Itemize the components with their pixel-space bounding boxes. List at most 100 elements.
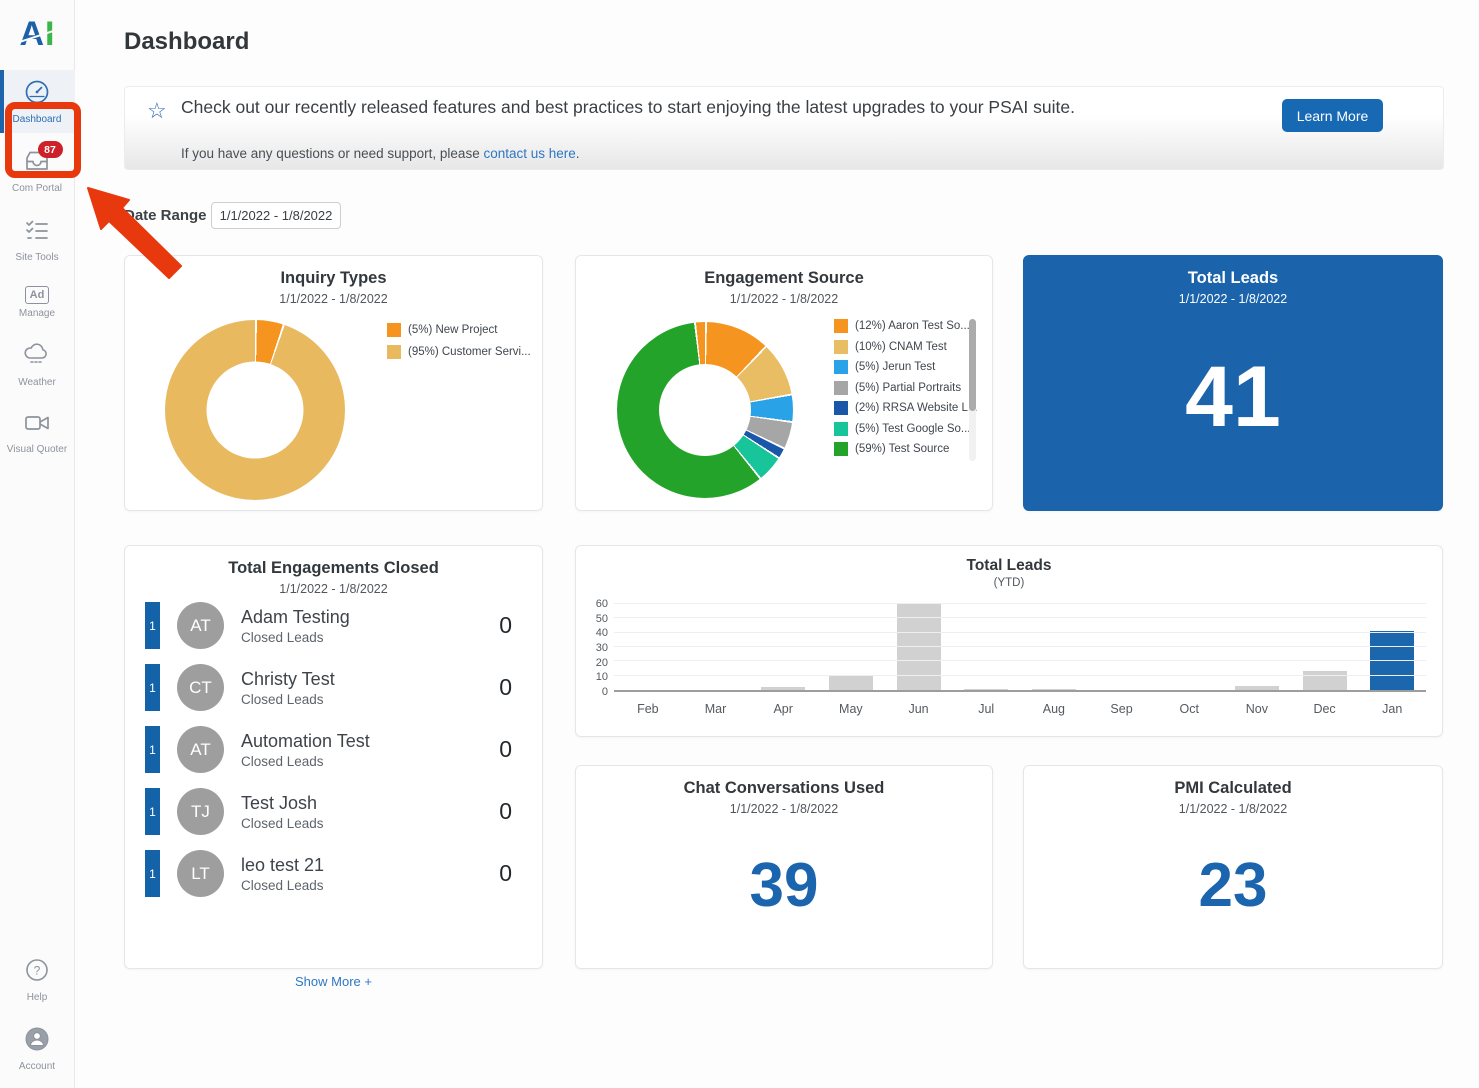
chat-conversations-card: Chat Conversations Used 1/1/2022 - 1/8/2…	[575, 765, 993, 969]
x-tick-label: Nov	[1223, 702, 1291, 716]
bar-jul	[964, 689, 1008, 690]
y-tick-label: 60	[596, 598, 608, 610]
bar-chart-x-axis: FebMarAprMayJunJulAugSepOctNovDecJan	[614, 702, 1426, 716]
legend-swatch	[834, 401, 848, 415]
person-sub: Closed Leads	[241, 754, 370, 769]
legend-scrollbar-thumb[interactable]	[969, 319, 976, 411]
legend-item: (10%) CNAM Test	[834, 340, 978, 354]
x-tick-label: Jul	[952, 702, 1020, 716]
closed-leads-value: 0	[499, 612, 512, 639]
sidebar-item-help[interactable]: ? Help	[0, 948, 75, 1011]
person-name: Test Josh	[241, 793, 324, 814]
video-camera-icon	[22, 411, 52, 440]
x-tick-label: Aug	[1020, 702, 1088, 716]
sidebar-item-manage[interactable]: Ad Manage	[0, 277, 75, 327]
contact-us-link[interactable]: contact us here	[483, 146, 575, 161]
total-leads-ytd-card: Total Leads (YTD) 0102030405060 FebMarAp…	[575, 545, 1443, 737]
avatar: CT	[177, 664, 224, 711]
support-prefix: If you have any questions or need suppor…	[181, 146, 483, 161]
pmi-calculated-value: 23	[1024, 850, 1442, 921]
card-title: Total Engagements Closed	[125, 559, 542, 578]
card-subtitle: (YTD)	[576, 577, 1442, 589]
x-tick-label: Jan	[1358, 702, 1426, 716]
x-tick-label: May	[817, 702, 885, 716]
sidebar-item-account[interactable]: Account	[0, 1017, 75, 1080]
gridline	[614, 603, 1426, 604]
legend-swatch	[834, 381, 848, 395]
gridline	[614, 660, 1426, 661]
legend-label: (12%) Aaron Test So...	[855, 320, 970, 332]
app-logo: A I	[19, 12, 54, 56]
y-tick-label: 0	[602, 686, 608, 698]
x-tick-label: Dec	[1291, 702, 1359, 716]
x-tick-label: Feb	[614, 702, 682, 716]
sidebar-item-site-tools[interactable]: Site Tools	[0, 208, 75, 271]
rank-badge: 1	[145, 602, 160, 649]
legend-scrollbar[interactable]	[969, 319, 976, 461]
sidebar-item-visual-quoter[interactable]: Visual Quoter	[0, 402, 75, 463]
sidebar-item-label: Com Portal	[12, 183, 62, 194]
rank-badge: 1	[145, 850, 160, 897]
engagements-list: 1 AT Adam TestingClosed Leads 0 1 CT Chr…	[145, 602, 522, 912]
legend-label: (5%) New Project	[408, 324, 497, 336]
card-title: PMI Calculated	[1024, 779, 1442, 798]
legend-label: (10%) CNAM Test	[855, 341, 947, 353]
card-subtitle: 1/1/2022 - 1/8/2022	[125, 582, 542, 596]
avatar: TJ	[177, 788, 224, 835]
learn-more-button[interactable]: Learn More	[1282, 99, 1383, 132]
person-circle-icon	[24, 1026, 50, 1057]
show-more-link[interactable]: Show More +	[145, 974, 522, 989]
gridline	[614, 675, 1426, 676]
donut-hole	[207, 362, 304, 459]
gauge-icon	[23, 79, 51, 110]
sidebar-item-weather[interactable]: Weather	[0, 333, 75, 396]
chat-conversations-value: 39	[576, 850, 992, 921]
card-title: Engagement Source	[576, 269, 992, 288]
list-item: 1 CT Christy TestClosed Leads 0	[145, 664, 522, 711]
ad-icon: Ad	[25, 286, 49, 304]
com-portal-badge: 87	[38, 141, 63, 158]
card-title: Inquiry Types	[125, 269, 542, 288]
date-range-input[interactable]	[211, 202, 341, 229]
sidebar-item-dashboard[interactable]: Dashboard	[0, 70, 75, 133]
sidebar-item-com-portal[interactable]: 87 Com Portal	[0, 139, 75, 202]
question-circle-icon: ?	[24, 957, 50, 988]
closed-leads-value: 0	[499, 674, 512, 701]
y-tick-label: 20	[596, 657, 608, 669]
bar-nov	[1235, 686, 1279, 690]
legend-swatch	[834, 442, 848, 456]
engagement-source-card: Engagement Source 1/1/2022 - 1/8/2022 (1…	[575, 255, 993, 511]
total-engagements-closed-card: Total Engagements Closed 1/1/2022 - 1/8/…	[124, 545, 543, 969]
x-tick-label: Jun	[885, 702, 953, 716]
card-subtitle: 1/1/2022 - 1/8/2022	[1024, 292, 1442, 306]
banner-message: Check out our recently released features…	[181, 96, 1241, 120]
total-leads-value: 41	[1024, 348, 1442, 447]
legend-item: (95%) Customer Servi...	[387, 345, 531, 359]
rank-badge: 1	[145, 664, 160, 711]
list-item: 1 AT Automation TestClosed Leads 0	[145, 726, 522, 773]
closed-leads-value: 0	[499, 798, 512, 825]
support-suffix: .	[576, 146, 580, 161]
sidebar-item-label: Dashboard	[13, 114, 62, 125]
y-tick-label: 40	[596, 627, 608, 639]
bar-chart-y-axis: 0102030405060	[582, 604, 608, 692]
checklist-icon	[23, 217, 51, 248]
legend-swatch	[387, 323, 401, 337]
legend-swatch	[387, 345, 401, 359]
person-sub: Closed Leads	[241, 692, 335, 707]
sidebar-item-label: Manage	[19, 308, 55, 319]
avatar: LT	[177, 850, 224, 897]
card-subtitle: 1/1/2022 - 1/8/2022	[125, 292, 542, 306]
legend-label: (5%) Test Google So...	[855, 423, 970, 435]
y-tick-label: 50	[596, 613, 608, 625]
legend-label: (95%) Customer Servi...	[408, 346, 531, 358]
inquiry-types-card: Inquiry Types 1/1/2022 - 1/8/2022 (5%) N…	[124, 255, 543, 511]
person-name: Automation Test	[241, 731, 370, 752]
sidebar-item-label: Visual Quoter	[7, 444, 67, 455]
legend-item: (5%) Jerun Test	[834, 360, 978, 374]
inquiry-legend: (5%) New Project (95%) Customer Servi...	[387, 323, 531, 359]
cloud-rain-icon	[22, 342, 52, 373]
sidebar-item-label: Help	[27, 992, 48, 1003]
card-title: Total Leads	[1024, 269, 1442, 288]
legend-item: (5%) New Project	[387, 323, 531, 337]
